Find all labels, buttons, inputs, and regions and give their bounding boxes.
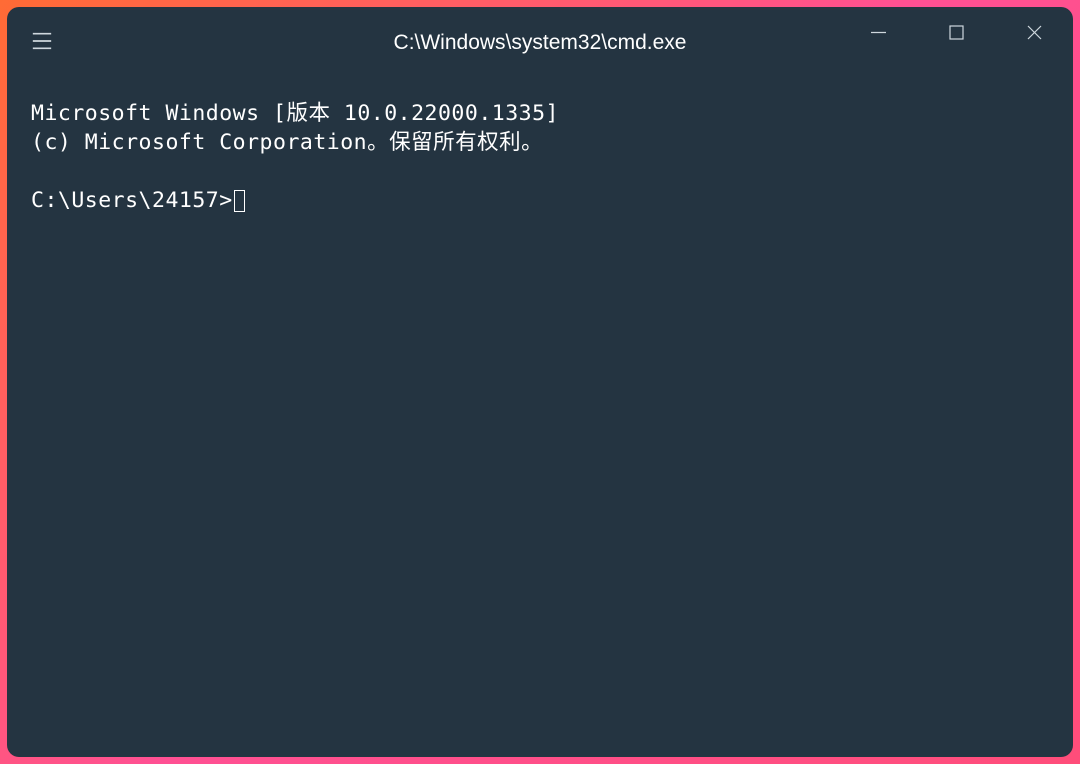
menu-button[interactable] <box>7 7 67 79</box>
window-controls <box>839 7 1073 63</box>
maximize-icon <box>949 25 964 45</box>
terminal-line: (c) Microsoft Corporation。保留所有权利。 <box>31 130 543 155</box>
maximize-button[interactable] <box>917 7 995 63</box>
close-icon <box>1027 25 1042 45</box>
window-title: C:\Windows\system32\cmd.exe <box>394 31 687 54</box>
hamburger-icon <box>31 30 53 57</box>
terminal-output[interactable]: Microsoft Windows [版本 10.0.22000.1335] (… <box>7 79 1073 757</box>
terminal-cursor <box>234 190 245 212</box>
terminal-prompt: C:\Users\24157> <box>31 188 233 213</box>
close-button[interactable] <box>995 7 1073 63</box>
terminal-window: C:\Windows\system32\cmd.exe <box>7 7 1073 757</box>
minimize-icon <box>871 25 886 45</box>
minimize-button[interactable] <box>839 7 917 63</box>
titlebar: C:\Windows\system32\cmd.exe <box>7 7 1073 79</box>
terminal-line: Microsoft Windows [版本 10.0.22000.1335] <box>31 101 559 126</box>
